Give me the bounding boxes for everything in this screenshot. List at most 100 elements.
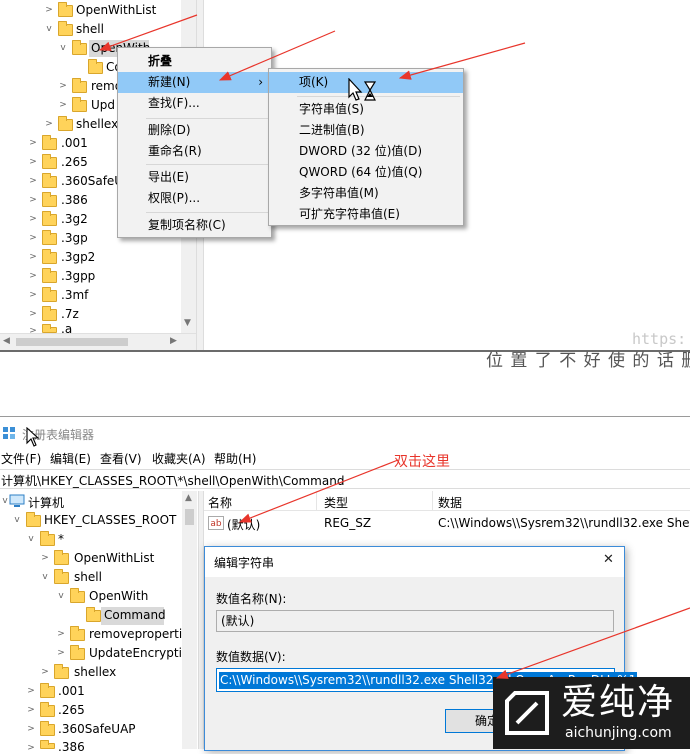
submenu-item-binary[interactable]: 二进制值(B): [269, 120, 463, 141]
tree-item-star[interactable]: *: [58, 532, 64, 546]
table-row[interactable]: ab (默认) REG_SZ C:\\Windows\\Sysrem32\\ru…: [204, 513, 690, 533]
chevron-right-icon[interactable]: >: [28, 157, 38, 167]
list-header: 名称 类型 数据: [204, 491, 690, 511]
menu-item-find[interactable]: 查找(F)...: [118, 93, 271, 114]
chevron-right-icon[interactable]: >: [40, 667, 50, 677]
menu-item-copy-key-name[interactable]: 复制项名称(C): [118, 215, 271, 236]
chevron-right-icon[interactable]: >: [56, 648, 66, 658]
tree-item-hkcr[interactable]: HKEY_CLASSES_ROOT: [44, 513, 176, 527]
chevron-right-icon[interactable]: >: [28, 309, 38, 319]
chevron-right-icon[interactable]: >: [26, 686, 36, 696]
scroll-right-icon[interactable]: ▶: [170, 336, 177, 346]
column-type[interactable]: 类型: [324, 494, 348, 511]
chevron-right-icon: ›: [258, 75, 263, 89]
chevron-down-icon[interactable]: v: [44, 24, 54, 34]
chevron-down-icon[interactable]: v: [40, 572, 50, 582]
tree-item-360safe[interactable]: .360SafeU: [61, 174, 123, 188]
chevron-right-icon[interactable]: >: [28, 195, 38, 205]
scroll-left-icon[interactable]: ◀: [3, 336, 10, 346]
tree-item-3mf[interactable]: .3mf: [61, 288, 88, 302]
tree-hscrollbar[interactable]: ◀ ▶: [0, 333, 196, 350]
tree-item-386[interactable]: .386: [61, 193, 88, 207]
chevron-right-icon[interactable]: >: [28, 252, 38, 262]
tree-item-386[interactable]: .386: [58, 740, 85, 754]
scroll-up-icon[interactable]: ▲: [185, 493, 192, 503]
chevron-down-icon[interactable]: v: [56, 591, 66, 601]
chevron-down-icon[interactable]: v: [26, 534, 36, 544]
tree-item-360safeuap[interactable]: .360SafeUAP: [58, 722, 136, 736]
tree-pane: v 计算机 v HKEY_CLASSES_ROOT v * > OpenWith…: [0, 491, 198, 754]
menu-item-new[interactable]: 新建(N) ›: [118, 72, 271, 93]
chevron-right-icon[interactable]: >: [26, 705, 36, 715]
dialog-titlebar[interactable]: 编辑字符串 ✕: [205, 547, 624, 577]
scroll-down-icon[interactable]: ▼: [184, 318, 191, 328]
tree-item-265[interactable]: .265: [61, 155, 88, 169]
tree-item-shellex[interactable]: shellex: [76, 117, 118, 131]
folder-icon: [26, 512, 41, 527]
close-icon[interactable]: ✕: [603, 552, 614, 567]
chevron-right-icon[interactable]: >: [26, 724, 36, 734]
chevron-right-icon[interactable]: >: [28, 176, 38, 186]
tree-item-3gpp[interactable]: .3gpp: [61, 269, 95, 283]
chevron-down-icon[interactable]: v: [58, 43, 68, 53]
mouse-cursor-icon: [26, 427, 40, 447]
tree-item-update[interactable]: Upd: [91, 98, 115, 112]
menu-item-permissions[interactable]: 权限(P)...: [118, 188, 271, 209]
menu-item-rename[interactable]: 重命名(R): [118, 141, 271, 162]
window-titlebar[interactable]: 注册表编辑器: [0, 418, 690, 447]
tree-item-001[interactable]: .001: [61, 136, 88, 150]
tree-item-openwithlist[interactable]: OpenWithList: [74, 551, 154, 565]
column-data[interactable]: 数据: [438, 494, 462, 511]
tree-scrollbar[interactable]: ▲: [182, 491, 197, 749]
tree-item-3g2[interactable]: .3g2: [61, 212, 88, 226]
submenu-item-multistring[interactable]: 多字符串值(M): [269, 183, 463, 204]
chevron-right-icon[interactable]: >: [28, 271, 38, 281]
hscroll-thumb[interactable]: [16, 338, 128, 346]
value-name-field: (默认): [216, 610, 614, 632]
tree-item-001[interactable]: .001: [58, 684, 85, 698]
menu-separator: [146, 212, 268, 213]
menu-edit[interactable]: 编辑(E): [50, 450, 91, 467]
tree-item-265[interactable]: .265: [58, 703, 85, 717]
address-bar[interactable]: 计算机\HKEY_CLASSES_ROOT\*\shell\OpenWith\C…: [0, 469, 690, 489]
chevron-right-icon[interactable]: >: [28, 214, 38, 224]
chevron-right-icon[interactable]: >: [28, 290, 38, 300]
folder-icon: [42, 249, 57, 264]
vscroll-thumb[interactable]: [185, 509, 194, 525]
column-name[interactable]: 名称: [208, 494, 232, 511]
submenu-item-expandstring[interactable]: 可扩充字符串值(E): [269, 204, 463, 225]
tree-item-command[interactable]: Command: [104, 608, 166, 622]
tree-item-openwithlist[interactable]: OpenWithList: [76, 3, 156, 17]
tree-item-shell[interactable]: shell: [74, 570, 102, 584]
dialog-title: 编辑字符串: [214, 556, 275, 570]
chevron-down-icon[interactable]: v: [12, 515, 22, 525]
chevron-right-icon[interactable]: >: [44, 119, 54, 129]
tree-item-computer[interactable]: 计算机: [28, 494, 64, 511]
chevron-right-icon[interactable]: >: [44, 5, 54, 15]
submenu-item-qword[interactable]: QWORD (64 位)值(Q): [269, 162, 463, 183]
chevron-right-icon[interactable]: >: [28, 138, 38, 148]
tree-item-3gp[interactable]: .3gp: [61, 231, 88, 245]
tree-item-shell[interactable]: shell: [76, 22, 104, 36]
menu-item-delete[interactable]: 删除(D): [118, 120, 271, 141]
chevron-right-icon[interactable]: >: [26, 743, 36, 753]
chevron-right-icon[interactable]: >: [28, 233, 38, 243]
chevron-right-icon[interactable]: >: [40, 553, 50, 563]
tree-item-openwith[interactable]: OpenWith: [89, 589, 148, 603]
menu-item-export[interactable]: 导出(E): [118, 167, 271, 188]
chevron-right-icon[interactable]: >: [56, 629, 66, 639]
chevron-right-icon[interactable]: >: [58, 81, 68, 91]
menu-help[interactable]: 帮助(H): [214, 450, 256, 467]
menu-file[interactable]: 文件(F): [1, 450, 41, 467]
menu-view[interactable]: 查看(V): [100, 450, 142, 467]
submenu-item-dword[interactable]: DWORD (32 位)值(D): [269, 141, 463, 162]
tree-item-updateencryption[interactable]: UpdateEncryptio: [89, 646, 189, 660]
tree-item-7z[interactable]: .7z: [61, 307, 79, 321]
chevron-right-icon[interactable]: >: [58, 100, 68, 110]
address-path[interactable]: 计算机\HKEY_CLASSES_ROOT\*\shell\OpenWith\C…: [1, 472, 344, 489]
menu-item-collapse[interactable]: 折叠: [118, 51, 271, 72]
tree-item-3gp2[interactable]: .3gp2: [61, 250, 95, 264]
tree-item-shellex[interactable]: shellex: [74, 665, 116, 679]
tree-item-removeproperties[interactable]: removepropertie: [89, 627, 190, 641]
menu-favorites[interactable]: 收藏夹(A): [152, 450, 206, 467]
